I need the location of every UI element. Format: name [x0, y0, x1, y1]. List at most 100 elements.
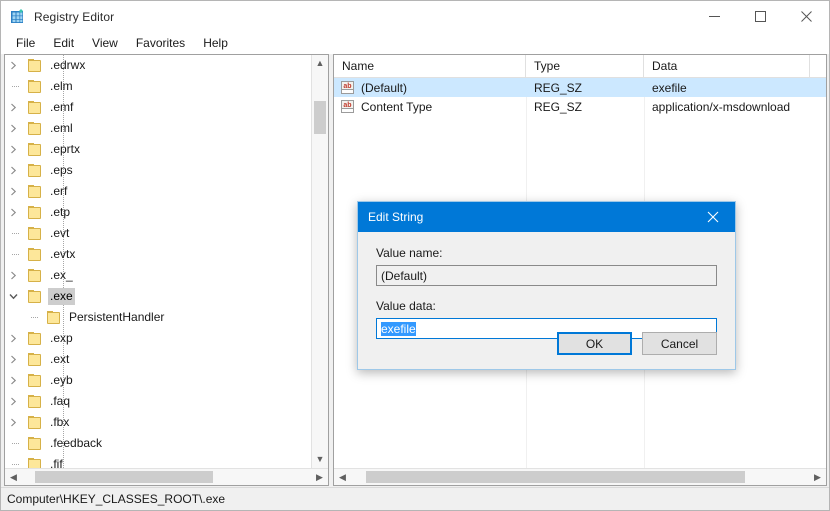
scroll-left-button[interactable]: ◀ — [5, 469, 22, 485]
window-controls — [691, 1, 829, 32]
dialog-close-button[interactable] — [691, 202, 735, 232]
menu-favorites[interactable]: Favorites — [127, 34, 194, 52]
folder-icon — [27, 247, 43, 262]
tree-item-label: .fbx — [50, 415, 70, 429]
folder-icon — [27, 268, 43, 283]
minimize-button[interactable] — [691, 1, 737, 32]
tree-item-label: .exe — [48, 288, 75, 305]
tree-item-eml[interactable]: .eml — [5, 118, 311, 139]
chevron-right-icon[interactable] — [5, 265, 21, 286]
tree-item-label: .fif — [50, 457, 63, 468]
tree-item-eprtx[interactable]: .eprtx — [5, 139, 311, 160]
tree-item-label: .etp — [50, 205, 71, 219]
tree-canvas[interactable]: .edrwx .elm .emf .eml .eprtx .eps .erf .etp .evt… — [5, 55, 311, 468]
tree-item-label: .erf — [50, 184, 68, 198]
tree-item-eps[interactable]: .eps — [5, 160, 311, 181]
tree-item-evt[interactable]: .evt — [5, 223, 311, 244]
tree-vertical-scrollbar[interactable]: ▲ ▼ — [311, 55, 328, 468]
tree-item-ext[interactable]: .ext — [5, 349, 311, 370]
tree-item-persistenthandler[interactable]: PersistentHandler — [5, 307, 311, 328]
chevron-right-icon[interactable] — [5, 370, 21, 391]
scroll-left-button[interactable]: ◀ — [334, 469, 351, 485]
tree-item-ex[interactable]: .ex_ — [5, 265, 311, 286]
tree-item-emf[interactable]: .emf — [5, 97, 311, 118]
tree-connector — [5, 223, 21, 244]
tree-item-label: .ex_ — [50, 268, 73, 282]
value-name-input[interactable] — [376, 265, 717, 286]
column-header-name[interactable]: Name — [334, 55, 526, 78]
chevron-right-icon[interactable] — [5, 328, 21, 349]
chevron-right-icon: ▶ — [814, 471, 821, 482]
tree-item-label: .exp — [50, 331, 73, 345]
table-row[interactable]: ab Content Type REG_SZ application/x-msdown… — [334, 97, 826, 116]
tree-connector — [5, 454, 21, 468]
scroll-right-button[interactable]: ▶ — [311, 469, 328, 485]
tree-item-exp[interactable]: .exp — [5, 328, 311, 349]
scroll-thumb[interactable] — [314, 100, 326, 134]
chevron-right-icon[interactable] — [5, 160, 21, 181]
chevron-right-icon[interactable] — [5, 139, 21, 160]
tree-item-fbx[interactable]: .fbx — [5, 412, 311, 433]
maximize-button[interactable] — [737, 1, 783, 32]
cell-type: REG_SZ — [534, 80, 583, 95]
chevron-down-icon[interactable] — [5, 286, 21, 307]
chevron-right-icon[interactable] — [5, 202, 21, 223]
scroll-down-button[interactable]: ▼ — [312, 451, 328, 468]
close-button[interactable] — [783, 1, 829, 32]
scroll-right-button[interactable]: ▶ — [809, 469, 826, 485]
column-header-data[interactable]: Data — [644, 55, 810, 78]
menu-edit[interactable]: Edit — [44, 34, 83, 52]
tree-item-etp[interactable]: .etp — [5, 202, 311, 223]
folder-icon — [27, 289, 43, 304]
registry-tree-pane: .edrwx .elm .emf .eml .eprtx .eps .erf .etp .evt… — [4, 54, 329, 486]
tree-item-label: .elm — [50, 79, 73, 93]
edit-string-dialog: Edit String Value name: Value data: OK C… — [357, 201, 736, 370]
table-row[interactable]: ab (Default) REG_SZ exefile — [334, 78, 826, 97]
ok-button[interactable]: OK — [557, 332, 632, 355]
scroll-up-button[interactable]: ▲ — [312, 55, 328, 72]
close-icon — [707, 211, 719, 223]
tree-item-fif[interactable]: .fif — [5, 454, 311, 468]
chevron-right-icon[interactable] — [5, 55, 21, 76]
chevron-right-icon[interactable] — [5, 118, 21, 139]
menu-view[interactable]: View — [83, 34, 127, 52]
cell-type: REG_SZ — [534, 99, 583, 114]
tree-item-eyb[interactable]: .eyb — [5, 370, 311, 391]
tree-item-evtx[interactable]: .evtx — [5, 244, 311, 265]
chevron-right-icon[interactable] — [5, 181, 21, 202]
chevron-up-icon: ▲ — [315, 58, 325, 68]
menu-help[interactable]: Help — [194, 34, 237, 52]
folder-icon — [27, 331, 43, 346]
tree-item-feedback[interactable]: .feedback — [5, 433, 311, 454]
tree-item-label: .evt — [50, 226, 70, 240]
tree-item-erf[interactable]: .erf — [5, 181, 311, 202]
folder-icon — [27, 184, 43, 199]
chevron-right-icon[interactable] — [5, 349, 21, 370]
chevron-right-icon[interactable] — [5, 97, 21, 118]
tree-item-elm[interactable]: .elm — [5, 76, 311, 97]
list-horizontal-scrollbar[interactable]: ◀ ▶ — [334, 468, 826, 485]
string-value-icon: ab — [340, 99, 356, 114]
cancel-button[interactable]: Cancel — [642, 332, 717, 355]
tree-horizontal-scrollbar[interactable]: ◀ ▶ — [5, 468, 328, 485]
column-header-type[interactable]: Type — [526, 55, 644, 78]
tree-item-label: .faq — [50, 394, 71, 408]
list-header: Name Type Data — [334, 55, 826, 78]
registry-icon — [10, 8, 26, 25]
scroll-thumb[interactable] — [34, 471, 213, 483]
tree-item-edrwx[interactable]: .edrwx — [5, 55, 311, 76]
tree-connector — [24, 307, 40, 328]
scroll-thumb[interactable] — [365, 471, 745, 483]
list-rows: ab (Default) REG_SZ exefile ab Content Type RE… — [334, 78, 826, 116]
value-data-label: Value data: — [376, 299, 436, 313]
tree-item-label: .edrwx — [50, 58, 86, 72]
folder-icon — [27, 121, 43, 136]
tree-item-faq[interactable]: .faq — [5, 391, 311, 412]
menu-file[interactable]: File — [7, 34, 44, 52]
chevron-right-icon[interactable] — [5, 391, 21, 412]
tree-item-label: .evtx — [50, 247, 76, 261]
folder-icon — [27, 373, 43, 388]
tree-item-exe[interactable]: .exe — [5, 286, 311, 307]
folder-icon — [46, 310, 62, 325]
chevron-right-icon[interactable] — [5, 412, 21, 433]
